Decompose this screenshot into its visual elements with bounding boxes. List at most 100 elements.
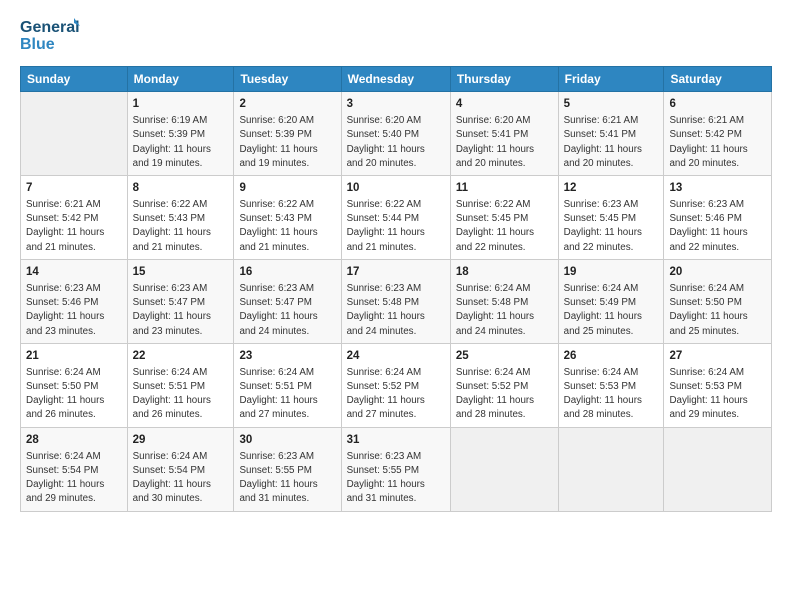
day-info: Sunrise: 6:21 AM Sunset: 5:42 PM Dayligh…: [669, 114, 766, 171]
day-info: Sunrise: 6:24 AM Sunset: 5:50 PM Dayligh…: [26, 366, 122, 423]
calendar-cell: 30 Sunrise: 6:23 AM Sunset: 5:55 PM Dayli…: [234, 427, 341, 511]
calendar-header-row: SundayMondayTuesdayWednesdayThursdayFrid…: [21, 67, 772, 92]
svg-text:Blue: Blue: [20, 36, 55, 53]
calendar-cell: 8 Sunrise: 6:22 AM Sunset: 5:43 PM Daylig…: [127, 175, 234, 259]
calendar-cell: 22 Sunrise: 6:24 AM Sunset: 5:51 PM Dayli…: [127, 343, 234, 427]
day-info: Sunrise: 6:23 AM Sunset: 5:47 PM Dayligh…: [239, 282, 335, 339]
day-number: 22: [133, 348, 229, 364]
day-info: Sunrise: 6:24 AM Sunset: 5:51 PM Dayligh…: [133, 366, 229, 423]
day-number: 21: [26, 348, 122, 364]
day-info: Sunrise: 6:22 AM Sunset: 5:45 PM Dayligh…: [456, 198, 553, 255]
svg-text:General: General: [20, 19, 80, 36]
day-info: Sunrise: 6:23 AM Sunset: 5:55 PM Dayligh…: [239, 450, 335, 507]
day-info: Sunrise: 6:24 AM Sunset: 5:52 PM Dayligh…: [456, 366, 553, 423]
day-number: 14: [26, 264, 122, 280]
calendar-cell: 24Sunrise: 6:24 AM Sunset: 5:52 PM Dayli…: [341, 343, 450, 427]
day-number: 1: [133, 96, 229, 112]
calendar-cell: 18 Sunrise: 6:24 AM Sunset: 5:48 PM Dayli…: [450, 259, 558, 343]
day-number: 8: [133, 180, 229, 196]
calendar-cell: [21, 92, 128, 176]
calendar-cell: 14 Sunrise: 6:23 AM Sunset: 5:46 PM Dayli…: [21, 259, 128, 343]
calendar-cell: 3 Sunrise: 6:20 AM Sunset: 5:40 PM Daylig…: [341, 92, 450, 176]
day-number: 25: [456, 348, 553, 364]
calendar-cell: 26 Sunrise: 6:24 AM Sunset: 5:53 PM Dayli…: [558, 343, 664, 427]
day-number: 17: [347, 264, 445, 280]
day-info: Sunrise: 6:20 AM Sunset: 5:39 PM Dayligh…: [239, 114, 335, 171]
day-info: Sunrise: 6:24 AM Sunset: 5:54 PM Dayligh…: [133, 450, 229, 507]
calendar-cell: 5 Sunrise: 6:21 AM Sunset: 5:41 PM Daylig…: [558, 92, 664, 176]
day-info: Sunrise: 6:24 AM Sunset: 5:51 PM Dayligh…: [239, 366, 335, 423]
calendar-cell: [558, 427, 664, 511]
calendar-cell: 31 Sunrise: 6:23 AM Sunset: 5:55 PM Dayli…: [341, 427, 450, 511]
day-info: Sunrise: 6:20 AM Sunset: 5:41 PM Dayligh…: [456, 114, 553, 171]
day-number: 29: [133, 432, 229, 448]
col-header-thursday: Thursday: [450, 67, 558, 92]
day-info: Sunrise: 6:24 AM Sunset: 5:52 PM Dayligh…: [347, 366, 445, 423]
calendar-cell: 1 Sunrise: 6:19 AM Sunset: 5:39 PM Daylig…: [127, 92, 234, 176]
day-number: 6: [669, 96, 766, 112]
day-info: Sunrise: 6:24 AM Sunset: 5:49 PM Dayligh…: [564, 282, 659, 339]
calendar-cell: 21 Sunrise: 6:24 AM Sunset: 5:50 PM Dayli…: [21, 343, 128, 427]
calendar-week-row: 14 Sunrise: 6:23 AM Sunset: 5:46 PM Dayli…: [21, 259, 772, 343]
day-info: Sunrise: 6:19 AM Sunset: 5:39 PM Dayligh…: [133, 114, 229, 171]
day-number: 5: [564, 96, 659, 112]
day-number: 9: [239, 180, 335, 196]
day-number: 28: [26, 432, 122, 448]
calendar-week-row: 21 Sunrise: 6:24 AM Sunset: 5:50 PM Dayli…: [21, 343, 772, 427]
day-number: 16: [239, 264, 335, 280]
calendar-cell: 28 Sunrise: 6:24 AM Sunset: 5:54 PM Dayli…: [21, 427, 128, 511]
day-number: 19: [564, 264, 659, 280]
day-number: 7: [26, 180, 122, 196]
day-info: Sunrise: 6:23 AM Sunset: 5:46 PM Dayligh…: [26, 282, 122, 339]
day-number: 4: [456, 96, 553, 112]
page-header: GeneralBlue: [20, 16, 772, 56]
day-number: 27: [669, 348, 766, 364]
day-number: 13: [669, 180, 766, 196]
calendar-cell: 11 Sunrise: 6:22 AM Sunset: 5:45 PM Dayli…: [450, 175, 558, 259]
logo: GeneralBlue: [20, 16, 80, 56]
calendar-cell: [450, 427, 558, 511]
day-info: Sunrise: 6:24 AM Sunset: 5:54 PM Dayligh…: [26, 450, 122, 507]
calendar-table: SundayMondayTuesdayWednesdayThursdayFrid…: [20, 66, 772, 512]
col-header-wednesday: Wednesday: [341, 67, 450, 92]
col-header-sunday: Sunday: [21, 67, 128, 92]
calendar-week-row: 28 Sunrise: 6:24 AM Sunset: 5:54 PM Dayli…: [21, 427, 772, 511]
day-number: 31: [347, 432, 445, 448]
day-number: 23: [239, 348, 335, 364]
day-info: Sunrise: 6:23 AM Sunset: 5:45 PM Dayligh…: [564, 198, 659, 255]
day-number: 2: [239, 96, 335, 112]
day-number: 18: [456, 264, 553, 280]
calendar-cell: 13 Sunrise: 6:23 AM Sunset: 5:46 PM Dayli…: [664, 175, 772, 259]
calendar-week-row: 1 Sunrise: 6:19 AM Sunset: 5:39 PM Daylig…: [21, 92, 772, 176]
calendar-cell: 15Sunrise: 6:23 AM Sunset: 5:47 PM Dayli…: [127, 259, 234, 343]
calendar-cell: 25 Sunrise: 6:24 AM Sunset: 5:52 PM Dayli…: [450, 343, 558, 427]
day-info: Sunrise: 6:23 AM Sunset: 5:55 PM Dayligh…: [347, 450, 445, 507]
day-number: 11: [456, 180, 553, 196]
col-header-saturday: Saturday: [664, 67, 772, 92]
day-info: Sunrise: 6:21 AM Sunset: 5:42 PM Dayligh…: [26, 198, 122, 255]
day-info: Sunrise: 6:22 AM Sunset: 5:44 PM Dayligh…: [347, 198, 445, 255]
logo-svg: GeneralBlue: [20, 16, 80, 56]
col-header-monday: Monday: [127, 67, 234, 92]
day-info: Sunrise: 6:23 AM Sunset: 5:46 PM Dayligh…: [669, 198, 766, 255]
calendar-cell: 16 Sunrise: 6:23 AM Sunset: 5:47 PM Dayli…: [234, 259, 341, 343]
day-info: Sunrise: 6:24 AM Sunset: 5:53 PM Dayligh…: [564, 366, 659, 423]
calendar-cell: [664, 427, 772, 511]
day-number: 10: [347, 180, 445, 196]
day-info: Sunrise: 6:23 AM Sunset: 5:48 PM Dayligh…: [347, 282, 445, 339]
calendar-cell: 27Sunrise: 6:24 AM Sunset: 5:53 PM Dayli…: [664, 343, 772, 427]
calendar-cell: 7 Sunrise: 6:21 AM Sunset: 5:42 PM Daylig…: [21, 175, 128, 259]
day-info: Sunrise: 6:24 AM Sunset: 5:48 PM Dayligh…: [456, 282, 553, 339]
day-info: Sunrise: 6:20 AM Sunset: 5:40 PM Dayligh…: [347, 114, 445, 171]
day-info: Sunrise: 6:21 AM Sunset: 5:41 PM Dayligh…: [564, 114, 659, 171]
day-info: Sunrise: 6:24 AM Sunset: 5:50 PM Dayligh…: [669, 282, 766, 339]
day-info: Sunrise: 6:22 AM Sunset: 5:43 PM Dayligh…: [239, 198, 335, 255]
day-number: 30: [239, 432, 335, 448]
day-info: Sunrise: 6:22 AM Sunset: 5:43 PM Dayligh…: [133, 198, 229, 255]
day-number: 26: [564, 348, 659, 364]
day-number: 20: [669, 264, 766, 280]
day-number: 3: [347, 96, 445, 112]
calendar-cell: 17 Sunrise: 6:23 AM Sunset: 5:48 PM Dayli…: [341, 259, 450, 343]
calendar-cell: 4 Sunrise: 6:20 AM Sunset: 5:41 PM Daylig…: [450, 92, 558, 176]
col-header-tuesday: Tuesday: [234, 67, 341, 92]
